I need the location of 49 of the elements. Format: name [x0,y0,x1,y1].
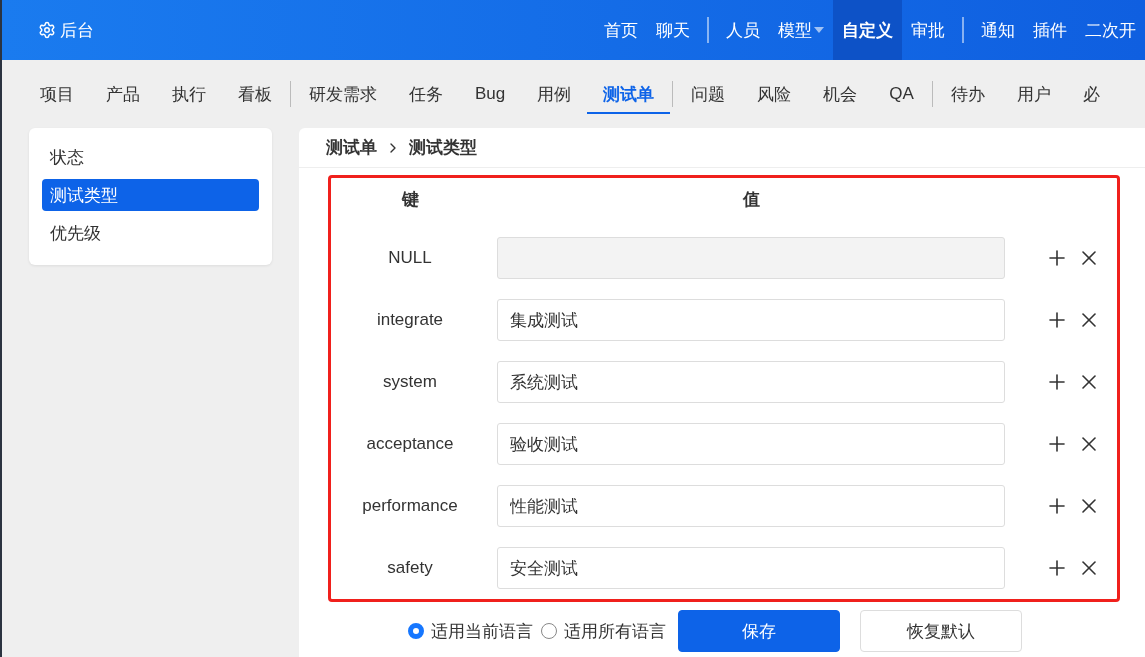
tab[interactable]: 项目 [24,74,90,114]
tab[interactable]: 待办 [934,74,1001,114]
sidebar-item[interactable]: 测试类型 [42,179,259,211]
language-radio[interactable]: 适用当前语言 [408,619,533,643]
tab[interactable]: 问题 [675,74,742,114]
tab[interactable]: 机会 [807,74,874,114]
breadcrumb-item[interactable]: 测试类型 [409,136,477,159]
key-label: acceptance [365,434,455,454]
value-input[interactable]: 性能测试 [497,485,1005,527]
settings-icon[interactable] [38,21,56,39]
value-input[interactable]: 安全测试 [497,547,1005,589]
column-header: 键 [400,189,420,211]
tab[interactable]: 看板 [222,74,288,114]
nav-item[interactable]: 插件 [1024,0,1076,60]
key-label: NULL [387,248,433,268]
key-label: system [382,372,438,392]
value-input[interactable]: 系统测试 [497,361,1005,403]
tab[interactable]: Bug [459,76,522,112]
nav-item[interactable]: 通知 [972,0,1024,60]
tab[interactable]: 用例 [521,74,588,114]
breadcrumb-item[interactable]: 测试单 [326,136,377,159]
tab[interactable]: 风险 [741,74,808,114]
nav-item[interactable]: 首页 [595,0,647,60]
key-label: performance [361,496,459,516]
nav-item[interactable]: 自定义 [833,0,902,60]
value-input[interactable]: 验收测试 [497,423,1005,465]
sidebar-item[interactable]: 状态 [42,141,259,173]
brand-title[interactable]: 后台 [60,18,94,42]
tab[interactable]: 必 [1066,74,1116,114]
sidebar-item[interactable]: 优先级 [42,217,259,249]
language-radio[interactable]: 适用所有语言 [541,619,666,643]
key-label: integrate [375,310,445,330]
tab[interactable]: QA [873,76,930,112]
tab[interactable]: 用户 [1000,74,1067,114]
column-header: 值 [741,189,761,211]
tab[interactable]: 任务 [393,74,459,114]
nav-item[interactable]: 审批 [902,0,954,60]
save-button[interactable]: 保存 [678,610,840,652]
tab[interactable]: 执行 [156,74,222,114]
key-label: safety [386,558,434,578]
tab[interactable]: 产品 [90,74,156,114]
value-input[interactable]: 集成测试 [497,299,1005,341]
nav-item[interactable]: 聊天 [647,0,699,60]
nav-item[interactable]: 人员 [717,0,769,60]
tab[interactable]: 测试单 [587,74,671,114]
reset-button[interactable]: 恢复默认 [860,610,1022,652]
tab[interactable]: 研发需求 [293,74,393,114]
nav-item[interactable]: 模型 [769,0,833,60]
nav-item[interactable]: 二次开 [1076,0,1145,60]
